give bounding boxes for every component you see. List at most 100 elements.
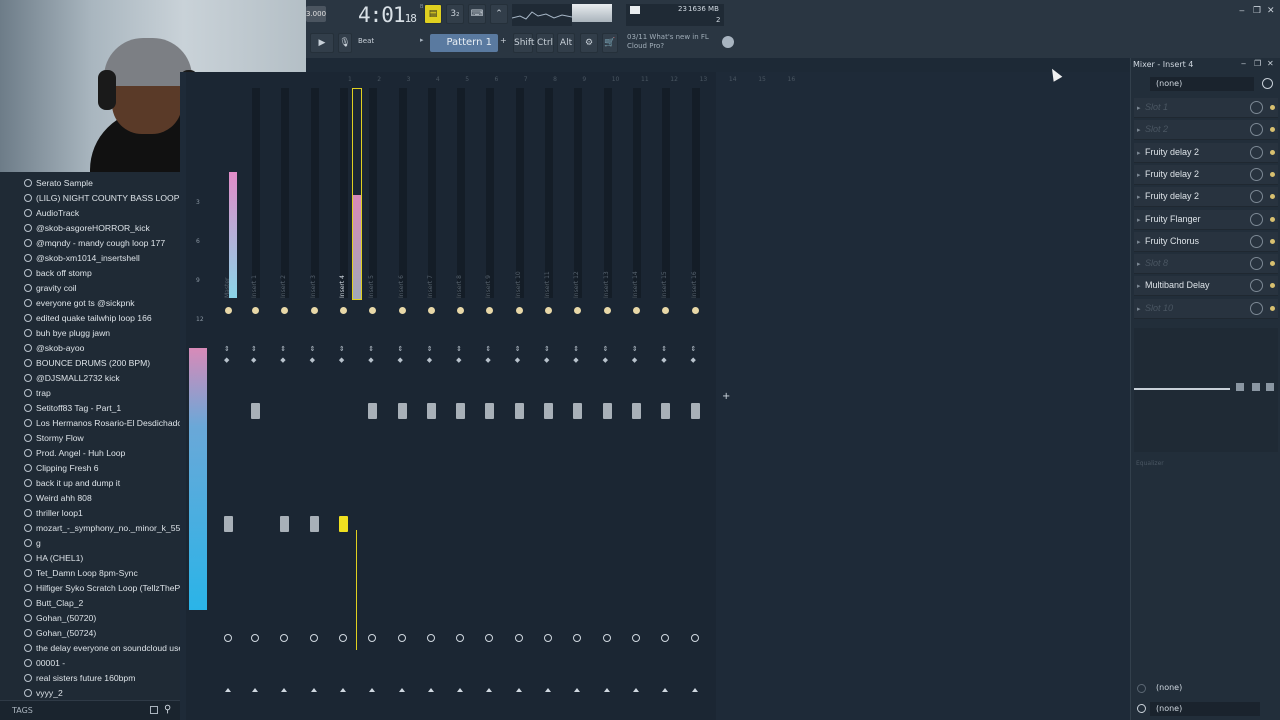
close-icon[interactable]: ✕ [1267, 6, 1275, 16]
channel-label[interactable]: Insert 16 [691, 271, 698, 298]
eq-band-fader[interactable] [1236, 383, 1244, 391]
browser-item[interactable]: vyyy_2 [0, 686, 180, 701]
effect-slot[interactable]: ▸ Fruity Chorus [1134, 231, 1278, 252]
route-arrow-icon[interactable] [427, 688, 434, 692]
mix-knob[interactable] [1250, 167, 1263, 181]
stereo-separation-icon[interactable]: ◆ [485, 356, 490, 364]
browser-item[interactable]: real sisters future 160bpm [0, 671, 180, 686]
eq-band-fader[interactable] [1252, 383, 1260, 391]
volume-fader[interactable] [224, 516, 233, 532]
stereo-arrows-icon[interactable]: ⇕ [573, 345, 579, 353]
slot-enable-led[interactable] [1270, 261, 1275, 267]
pan-knob[interactable] [398, 307, 406, 314]
typing-keyboard-icon[interactable]: ⌨ [468, 4, 486, 24]
panel-restore-icon[interactable]: ❐ [1254, 59, 1261, 68]
alt-button[interactable]: Alt [557, 33, 575, 53]
send-knob[interactable] [602, 634, 611, 642]
expand-arrow-icon[interactable]: ▸ [1137, 104, 1141, 112]
route-arrow-icon[interactable] [603, 688, 610, 692]
volume-fader[interactable] [338, 516, 348, 532]
add-track-icon[interactable]: + [722, 391, 730, 402]
channel-label[interactable]: Insert 2 [280, 275, 287, 298]
add-pattern-icon[interactable]: + [500, 36, 507, 45]
stereo-arrows-icon[interactable]: ⇕ [224, 345, 230, 353]
beat-label[interactable]: Beat [358, 37, 374, 45]
effect-slot[interactable]: ▸ Slot 8 [1134, 254, 1278, 275]
effect-slot[interactable]: ▸ Multiband Delay [1134, 276, 1278, 297]
browser-item[interactable]: 00001 - [0, 656, 180, 671]
send-knob[interactable] [631, 634, 640, 642]
browser-item[interactable]: Tet_Damn Loop 8pm-Sync [0, 566, 180, 581]
route-arrow-icon[interactable] [310, 688, 317, 692]
channel-label[interactable]: Insert 3 [310, 275, 317, 298]
route-arrow-icon[interactable] [339, 688, 346, 692]
channel-label[interactable]: Insert 5 [368, 275, 375, 298]
stereo-arrows-icon[interactable]: ⇕ [280, 345, 286, 353]
minimize-icon[interactable]: ‒ [1239, 6, 1245, 16]
browser-item[interactable]: edited quake tailwhip loop 166 [0, 311, 180, 326]
channel-label[interactable]: Insert 4 [339, 275, 346, 298]
clock-icon[interactable] [1262, 78, 1273, 89]
browser-item[interactable]: Prod. Angel - Huh Loop [0, 446, 180, 461]
browser-item[interactable]: Clipping Fresh 6 [0, 461, 180, 476]
stereo-separation-icon[interactable]: ◆ [573, 356, 578, 364]
volume-fader[interactable] [368, 403, 378, 419]
input-route-select[interactable]: (none) [1150, 77, 1254, 91]
slot-enable-led[interactable] [1270, 194, 1275, 200]
pattern-selector[interactable]: Pattern 1 [430, 34, 498, 52]
mix-knob[interactable] [1250, 234, 1263, 248]
route-arrow-icon[interactable] [252, 688, 258, 692]
volume-fader[interactable] [544, 403, 553, 419]
slot-enable-led[interactable] [1270, 127, 1275, 133]
effect-slot[interactable]: ▸ Fruity delay 2 [1134, 187, 1278, 208]
stereo-separation-icon[interactable]: ◆ [224, 356, 229, 364]
volume-fader[interactable] [485, 403, 495, 419]
browser-item[interactable]: mozart_-_symphony_no._minor_k_550_comple… [0, 521, 180, 536]
volume-fader[interactable] [602, 403, 612, 419]
search-icon[interactable]: ⚲ [164, 704, 171, 715]
stereo-arrows-icon[interactable]: ⇕ [691, 345, 697, 353]
metronome-icon[interactable]: ⌃ [490, 4, 508, 24]
slot-enable-led[interactable] [1270, 149, 1275, 155]
volume-fader[interactable] [456, 403, 466, 419]
channel-label[interactable]: Insert 11 [544, 271, 551, 298]
browser-item[interactable]: g [0, 536, 180, 551]
browser-item[interactable]: trap [0, 386, 180, 401]
browser-item[interactable]: Gohan_(50724) [0, 626, 180, 641]
shift-button[interactable]: Shift [513, 33, 534, 53]
mix-knob[interactable] [1250, 279, 1263, 293]
route-arrow-icon[interactable] [225, 688, 231, 692]
channel-label[interactable]: Master [224, 278, 231, 299]
panel-close-icon[interactable]: ✕ [1267, 59, 1274, 68]
stereo-arrows-icon[interactable]: ⇕ [661, 345, 667, 353]
tempo-display[interactable]: 3.000 [306, 6, 326, 22]
expand-arrow-icon[interactable]: ▸ [1137, 126, 1141, 134]
output-route-2[interactable]: (none) [1150, 702, 1260, 716]
channel-label[interactable]: Insert 12 [573, 271, 580, 298]
route-arrow-icon[interactable] [369, 688, 376, 692]
send-knob[interactable] [224, 634, 232, 642]
expand-arrow-icon[interactable]: ▸ [1137, 282, 1141, 290]
pan-knob[interactable] [515, 307, 523, 314]
stereo-separation-icon[interactable]: ◆ [544, 356, 549, 364]
volume-fader[interactable] [426, 403, 436, 419]
effect-slot[interactable]: ▸ Slot 10 [1134, 298, 1278, 319]
volume-fader[interactable] [514, 403, 524, 419]
effect-slot[interactable]: ▸ Fruity Flanger [1134, 209, 1278, 230]
mix-knob[interactable] [1250, 301, 1263, 315]
volume-fader[interactable] [661, 403, 671, 419]
pan-knob[interactable] [427, 307, 435, 314]
stereo-arrows-icon[interactable]: ⇕ [427, 345, 433, 353]
mix-knob[interactable] [1250, 101, 1263, 114]
record-icon[interactable]: 🎙 [338, 33, 352, 53]
effect-slot[interactable]: ▸ Slot 1 [1134, 98, 1278, 118]
route-arrow-icon[interactable] [545, 688, 551, 692]
shop-icon[interactable]: 🛒 [602, 33, 618, 53]
send-knob[interactable] [544, 634, 552, 642]
ctrl-button[interactable]: Ctrl [536, 33, 554, 53]
browser-item[interactable]: Weird ahh 808 [0, 491, 180, 506]
browser-item[interactable]: (LILG) NIGHT COUNTY BASS LOOP [0, 191, 180, 206]
stereo-arrows-icon[interactable]: ⇕ [310, 345, 316, 353]
stereo-arrows-icon[interactable]: ⇕ [485, 345, 491, 353]
effect-slot[interactable]: ▸ Fruity delay 2 [1134, 142, 1278, 163]
